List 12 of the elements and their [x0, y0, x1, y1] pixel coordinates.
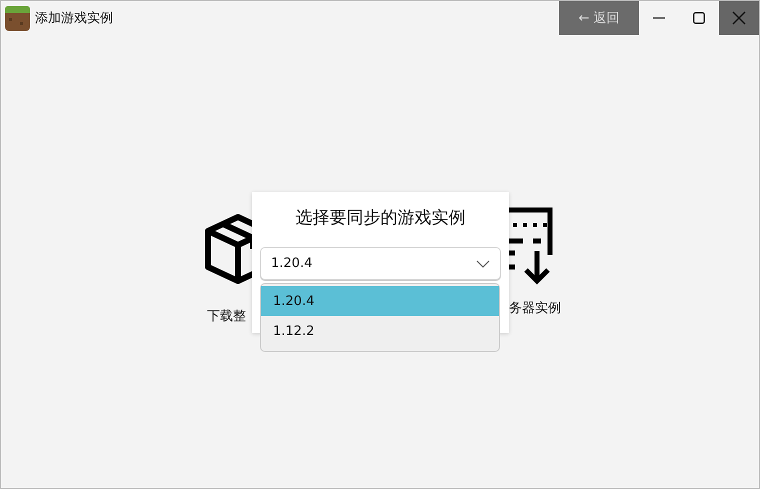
dropdown-item[interactable]: 1.12.2	[261, 316, 499, 346]
maximize-icon	[693, 12, 705, 24]
dropdown-item[interactable]: 1.20.4	[261, 286, 499, 316]
version-select[interactable]: 1.20.4	[260, 247, 501, 280]
dialog-title: 选择要同步的游戏实例	[294, 207, 466, 230]
grass-block-icon	[5, 6, 30, 30]
option-label: 下载整	[207, 308, 246, 325]
back-button[interactable]: ← 返回	[559, 1, 639, 35]
close-icon	[732, 11, 746, 25]
window-title: 添加游戏实例	[35, 10, 113, 27]
chevron-icon	[476, 260, 490, 268]
option-label: 务器实例	[509, 300, 561, 317]
